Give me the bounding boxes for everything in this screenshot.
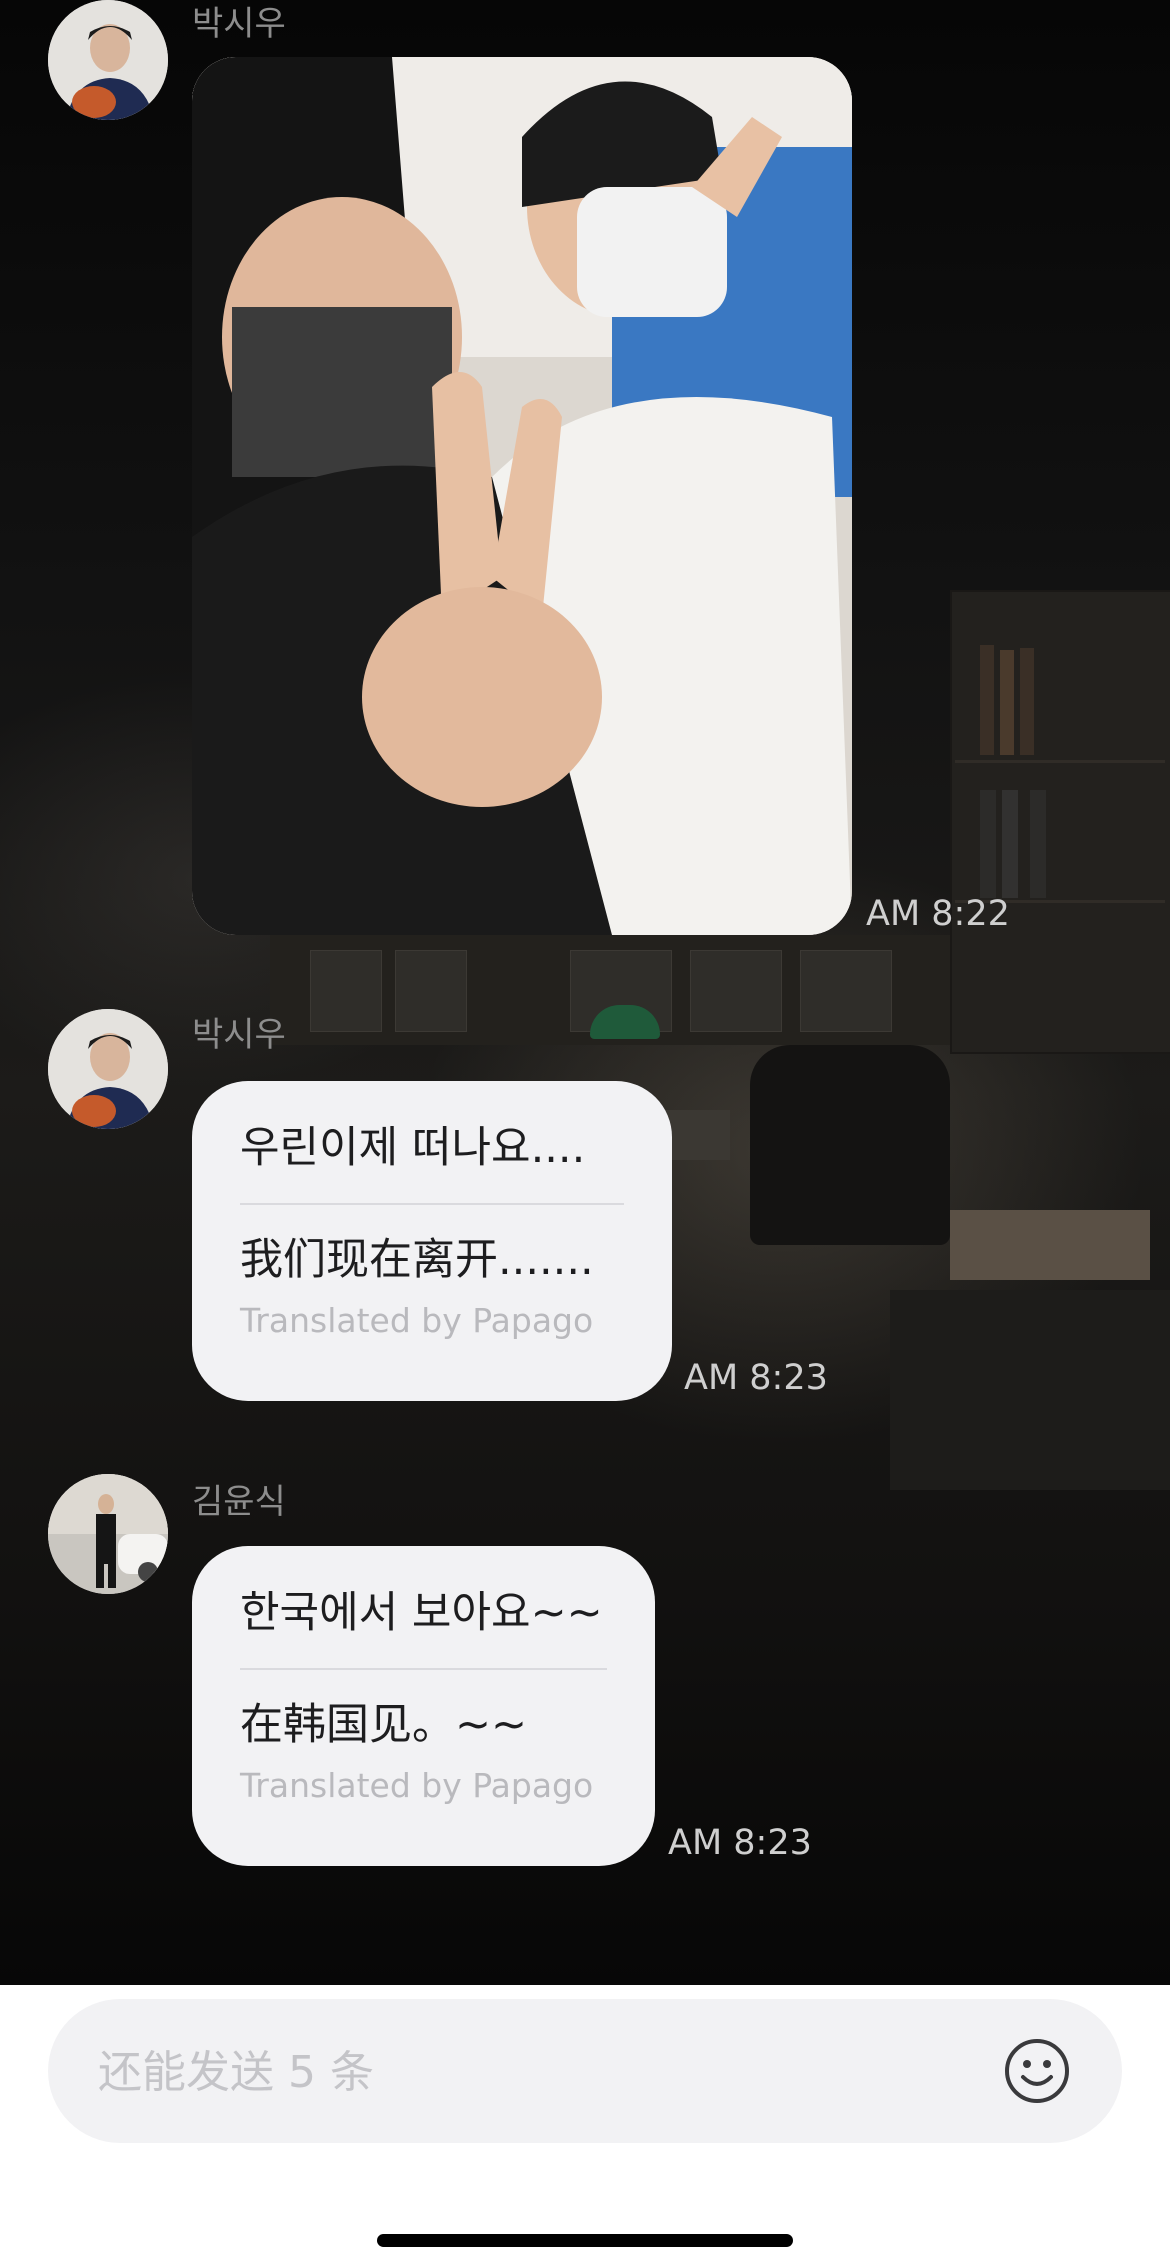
book: [980, 645, 994, 755]
composer-bar: [0, 1985, 1170, 2257]
message-timestamp: AM 8:22: [866, 894, 1010, 934]
translation-divider: [240, 1668, 607, 1670]
message-input[interactable]: [96, 2037, 1000, 2107]
paper-stack: [950, 1210, 1150, 1280]
message-bubble[interactable]: 한국에서 보아요~~ 在韩国见。~~ Translated by Papago: [192, 1546, 655, 1866]
book: [1002, 790, 1018, 898]
smiley-face-icon[interactable]: [1003, 2037, 1071, 2105]
book: [1030, 790, 1046, 898]
sender-name: 박시우: [192, 4, 286, 44]
message-timestamp: AM 8:23: [668, 1823, 812, 1863]
translation-credit: Translated by Papago: [240, 1766, 594, 1805]
message-input-container[interactable]: [48, 1999, 1122, 2143]
book: [980, 790, 996, 898]
message-timestamp: AM 8:23: [684, 1358, 828, 1398]
home-indicator[interactable]: [377, 2234, 793, 2247]
drawer: [690, 950, 782, 1032]
drawer: [395, 950, 467, 1032]
translation-credit: Translated by Papago: [240, 1301, 594, 1340]
avatar-image-icon: [48, 1009, 168, 1129]
translated-text: 在韩国见。~~: [240, 1700, 528, 1750]
original-text: 한국에서 보아요~~: [240, 1588, 603, 1638]
avatar-image-icon: [48, 0, 168, 120]
translated-text: 我们现在离开.......: [240, 1235, 594, 1285]
shelf-divider: [955, 760, 1165, 763]
selfie-photo: [192, 57, 852, 935]
translation-divider: [240, 1203, 624, 1205]
book: [1000, 650, 1014, 755]
book: [1020, 648, 1034, 755]
desk: [890, 1290, 1170, 1490]
chat-background: 박시우 AM 8:22 박시우 우린이제 떠나요.... 我们现在离开.....…: [0, 0, 1170, 1985]
avatar[interactable]: [48, 0, 168, 120]
avatar[interactable]: [48, 1009, 168, 1129]
message-bubble[interactable]: 우린이제 떠나요.... 我们现在离开....... Translated by…: [192, 1081, 672, 1401]
office-chair: [750, 1045, 950, 1245]
original-text: 우린이제 떠나요....: [240, 1123, 586, 1173]
sender-name: 박시우: [192, 1015, 286, 1055]
avatar[interactable]: [48, 1474, 168, 1594]
image-message[interactable]: [192, 57, 852, 935]
drawer: [310, 950, 382, 1032]
sender-name: 김윤식: [192, 1482, 286, 1522]
drawer: [800, 950, 892, 1032]
avatar-image-icon: [48, 1474, 168, 1594]
